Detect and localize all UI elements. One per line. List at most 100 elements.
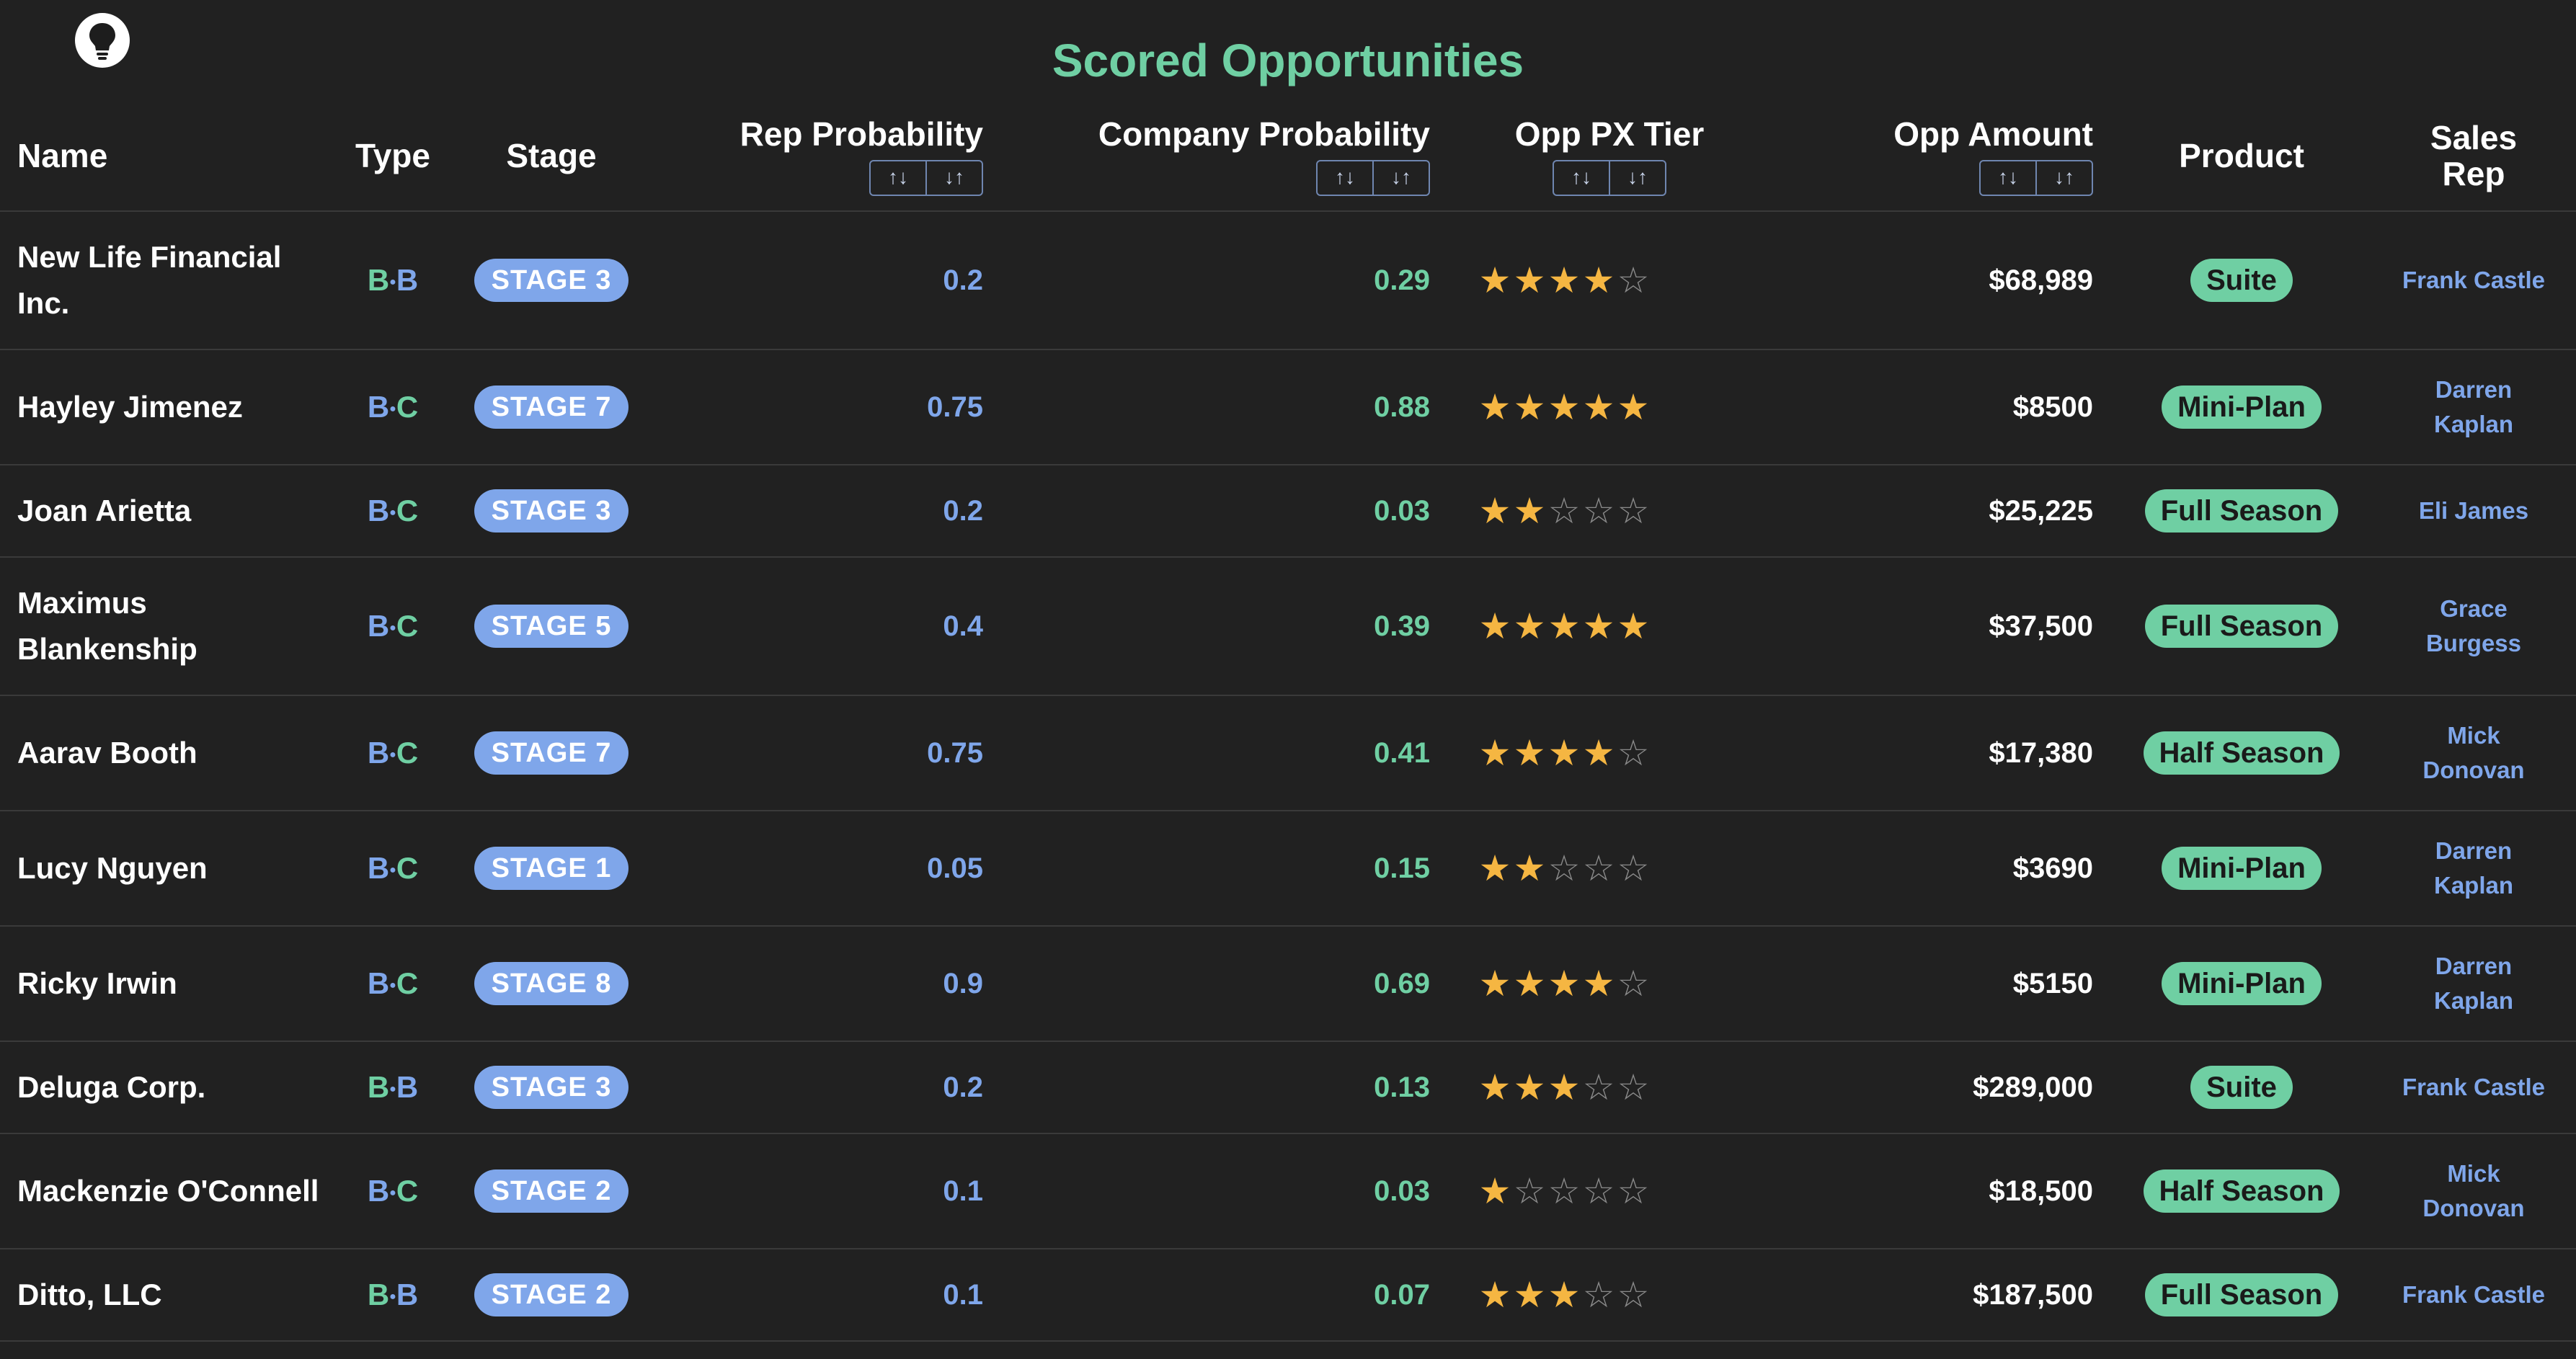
column-header-type[interactable]: Type bbox=[332, 101, 454, 212]
cell-name[interactable]: Aarav Booth bbox=[0, 695, 332, 811]
cell-opp-amount: $37,500 bbox=[1824, 557, 2112, 696]
product-badge[interactable]: Suite bbox=[2190, 259, 2293, 302]
sales-rep-link[interactable]: Darren Kaplan bbox=[2402, 949, 2546, 1018]
stage-badge[interactable]: STAGE 3 bbox=[474, 259, 629, 302]
cell-name[interactable]: Ditto, LLC bbox=[0, 1249, 332, 1342]
table-row[interactable]: Joan Arietta B●C STAGE 3 0.2 0.03 ★★☆☆☆ $25,22… bbox=[0, 465, 2576, 558]
cell-rep-probability: 0.75 bbox=[649, 695, 1002, 811]
cell-stage: STAGE 5 bbox=[454, 557, 649, 696]
table-row[interactable]: Hayley Jimenez B●C STAGE 7 0.75 0.88 ★★★★★ $85… bbox=[0, 349, 2576, 465]
star-empty-icon: ☆ bbox=[1617, 491, 1650, 531]
column-header-product[interactable]: Product bbox=[2112, 101, 2371, 212]
product-badge[interactable]: Full Season bbox=[2144, 1273, 2339, 1316]
star-empty-icon: ☆ bbox=[1547, 848, 1581, 888]
cell-type: B●C bbox=[332, 349, 454, 465]
product-badge[interactable]: Half Season bbox=[2143, 1169, 2340, 1213]
cell-name[interactable]: New Life Financial Inc. bbox=[0, 211, 332, 350]
sales-rep-link[interactable]: Eli James bbox=[2419, 494, 2528, 528]
stage-badge[interactable]: STAGE 3 bbox=[474, 1066, 629, 1109]
cell-name[interactable]: Maximus Blankenship bbox=[0, 557, 332, 696]
sort-descending-button[interactable]: ↓↑ bbox=[2035, 161, 2092, 195]
product-badge[interactable]: Suite bbox=[2190, 1066, 2293, 1109]
star-filled-icon: ★ bbox=[1513, 1275, 1546, 1315]
sales-rep-link[interactable]: Mick Donovan bbox=[2402, 718, 2546, 788]
cell-opp-amount: $25,225 bbox=[1824, 465, 2112, 558]
sort-ascending-button[interactable]: ↑↓ bbox=[1981, 161, 2035, 195]
type-separator-icon: ● bbox=[389, 863, 396, 876]
cell-company-probability: 0.39 bbox=[1002, 557, 1449, 696]
star-empty-icon: ☆ bbox=[1617, 963, 1650, 1004]
column-header-product-label: Product bbox=[2179, 137, 2304, 174]
cell-rep-probability: 0.2 bbox=[649, 211, 1002, 350]
stage-badge[interactable]: STAGE 2 bbox=[474, 1273, 629, 1316]
stage-badge[interactable]: STAGE 8 bbox=[474, 962, 629, 1005]
cell-opp-amount: $17,380 bbox=[1824, 695, 2112, 811]
table-row[interactable]: Deluga Corp. B●B STAGE 3 0.2 0.13 ★★★☆☆ $289,0… bbox=[0, 1041, 2576, 1134]
sort-ascending-button[interactable]: ↑↓ bbox=[1554, 161, 1609, 195]
page-title: Scored Opportunities bbox=[1052, 35, 1524, 86]
table-row[interactable]: Mackenzie O'Connell B●C STAGE 2 0.1 0.03 ★☆☆☆… bbox=[0, 1133, 2576, 1249]
stage-badge[interactable]: STAGE 1 bbox=[474, 847, 629, 890]
cell-name[interactable]: Hayley Jimenez bbox=[0, 349, 332, 465]
cell-name[interactable]: Lucy Nguyen bbox=[0, 811, 332, 927]
cell-type: B●C bbox=[332, 926, 454, 1042]
type-separator-icon: ● bbox=[389, 1290, 396, 1303]
sales-rep-link[interactable]: Mick Donovan bbox=[2402, 1157, 2546, 1226]
column-header-sales-rep[interactable]: Sales Rep bbox=[2371, 101, 2576, 212]
cell-name[interactable]: Joan Arietta bbox=[0, 465, 332, 558]
cell-name[interactable]: Ricky Irwin bbox=[0, 926, 332, 1042]
sales-rep-link[interactable]: Darren Kaplan bbox=[2402, 834, 2546, 903]
stage-badge[interactable]: STAGE 3 bbox=[474, 489, 629, 533]
stage-badge[interactable]: STAGE 7 bbox=[474, 386, 629, 429]
sales-rep-link[interactable]: Frank Castle bbox=[2402, 1070, 2545, 1105]
table-row[interactable]: Lucy Nguyen B●C STAGE 1 0.05 0.15 ★★☆☆☆ $3690 M… bbox=[0, 811, 2576, 927]
table-row[interactable]: Maximus Blankenship B●C STAGE 5 0.4 0.39 ★★★★… bbox=[0, 557, 2576, 696]
sales-rep-link[interactable]: Grace Burgess bbox=[2402, 592, 2546, 661]
cell-sales-rep: Darren Kaplan bbox=[2371, 926, 2576, 1042]
product-badge[interactable]: Mini-Plan bbox=[2162, 386, 2322, 429]
type-separator-icon: ● bbox=[389, 621, 396, 634]
stage-badge[interactable]: STAGE 2 bbox=[474, 1169, 629, 1213]
cell-name[interactable]: Deluga Corp. bbox=[0, 1041, 332, 1134]
column-header-stage[interactable]: Stage bbox=[454, 101, 649, 212]
cell-company-probability: 0.88 bbox=[1002, 349, 1449, 465]
product-badge[interactable]: Mini-Plan bbox=[2162, 962, 2322, 1005]
type-letter-2: B bbox=[396, 1278, 419, 1311]
table-row[interactable]: Ricky Irwin B●C STAGE 8 0.9 0.69 ★★★★☆ $5150 Mi… bbox=[0, 926, 2576, 1042]
sales-rep-link[interactable]: Frank Castle bbox=[2402, 263, 2545, 298]
table-row[interactable]: Aarav Booth B●C STAGE 7 0.75 0.41 ★★★★☆ $17,38… bbox=[0, 695, 2576, 811]
cell-opp-px-tier: ★★★★★ bbox=[1449, 349, 1824, 465]
product-badge[interactable]: Mini-Plan bbox=[2162, 847, 2322, 890]
cell-name[interactable]: Mackenzie O'Connell bbox=[0, 1133, 332, 1249]
sort-ascending-button[interactable]: ↑↓ bbox=[1318, 161, 1372, 195]
star-filled-icon: ★ bbox=[1547, 260, 1581, 300]
sort-control-opp-amount: ↑↓ ↓↑ bbox=[1979, 160, 2093, 196]
star-filled-icon: ★ bbox=[1513, 260, 1546, 300]
sort-descending-button[interactable]: ↓↑ bbox=[1609, 161, 1665, 195]
cell-type: B●B bbox=[332, 1249, 454, 1342]
star-empty-icon: ☆ bbox=[1582, 491, 1615, 531]
cell-product: Half Season bbox=[2112, 1133, 2371, 1249]
cell-stage: STAGE 8 bbox=[454, 926, 649, 1042]
sort-ascending-button[interactable]: ↑↓ bbox=[871, 161, 925, 195]
cell-type: B●C bbox=[332, 695, 454, 811]
cell-opp-px-tier: ★★★★☆ bbox=[1449, 211, 1824, 350]
type-separator-icon: ● bbox=[389, 402, 396, 415]
star-filled-icon: ★ bbox=[1513, 848, 1546, 888]
product-badge[interactable]: Half Season bbox=[2143, 731, 2340, 775]
sales-rep-link[interactable]: Darren Kaplan bbox=[2402, 373, 2546, 442]
cell-company-probability: 0.15 bbox=[1002, 811, 1449, 927]
product-badge[interactable]: Full Season bbox=[2144, 489, 2339, 533]
column-header-name[interactable]: Name bbox=[0, 101, 332, 212]
column-header-company-probability-label: Company Probability bbox=[1098, 115, 1430, 153]
stage-badge[interactable]: STAGE 5 bbox=[474, 605, 629, 648]
sort-descending-button[interactable]: ↓↑ bbox=[1372, 161, 1429, 195]
sales-rep-link[interactable]: Frank Castle bbox=[2402, 1278, 2545, 1312]
stage-badge[interactable]: STAGE 7 bbox=[474, 731, 629, 775]
table-row[interactable]: Ditto, LLC B●B STAGE 2 0.1 0.07 ★★★☆☆ $187,500… bbox=[0, 1249, 2576, 1342]
product-badge[interactable]: Full Season bbox=[2144, 605, 2339, 648]
sort-descending-button[interactable]: ↓↑ bbox=[925, 161, 982, 195]
table-row[interactable]: New Life Financial Inc. B●B STAGE 3 0.2 0.29… bbox=[0, 211, 2576, 350]
type-letter-2: C bbox=[396, 966, 419, 1000]
column-header-opp-amount: Opp Amount ↑↓ ↓↑ bbox=[1824, 101, 2112, 212]
